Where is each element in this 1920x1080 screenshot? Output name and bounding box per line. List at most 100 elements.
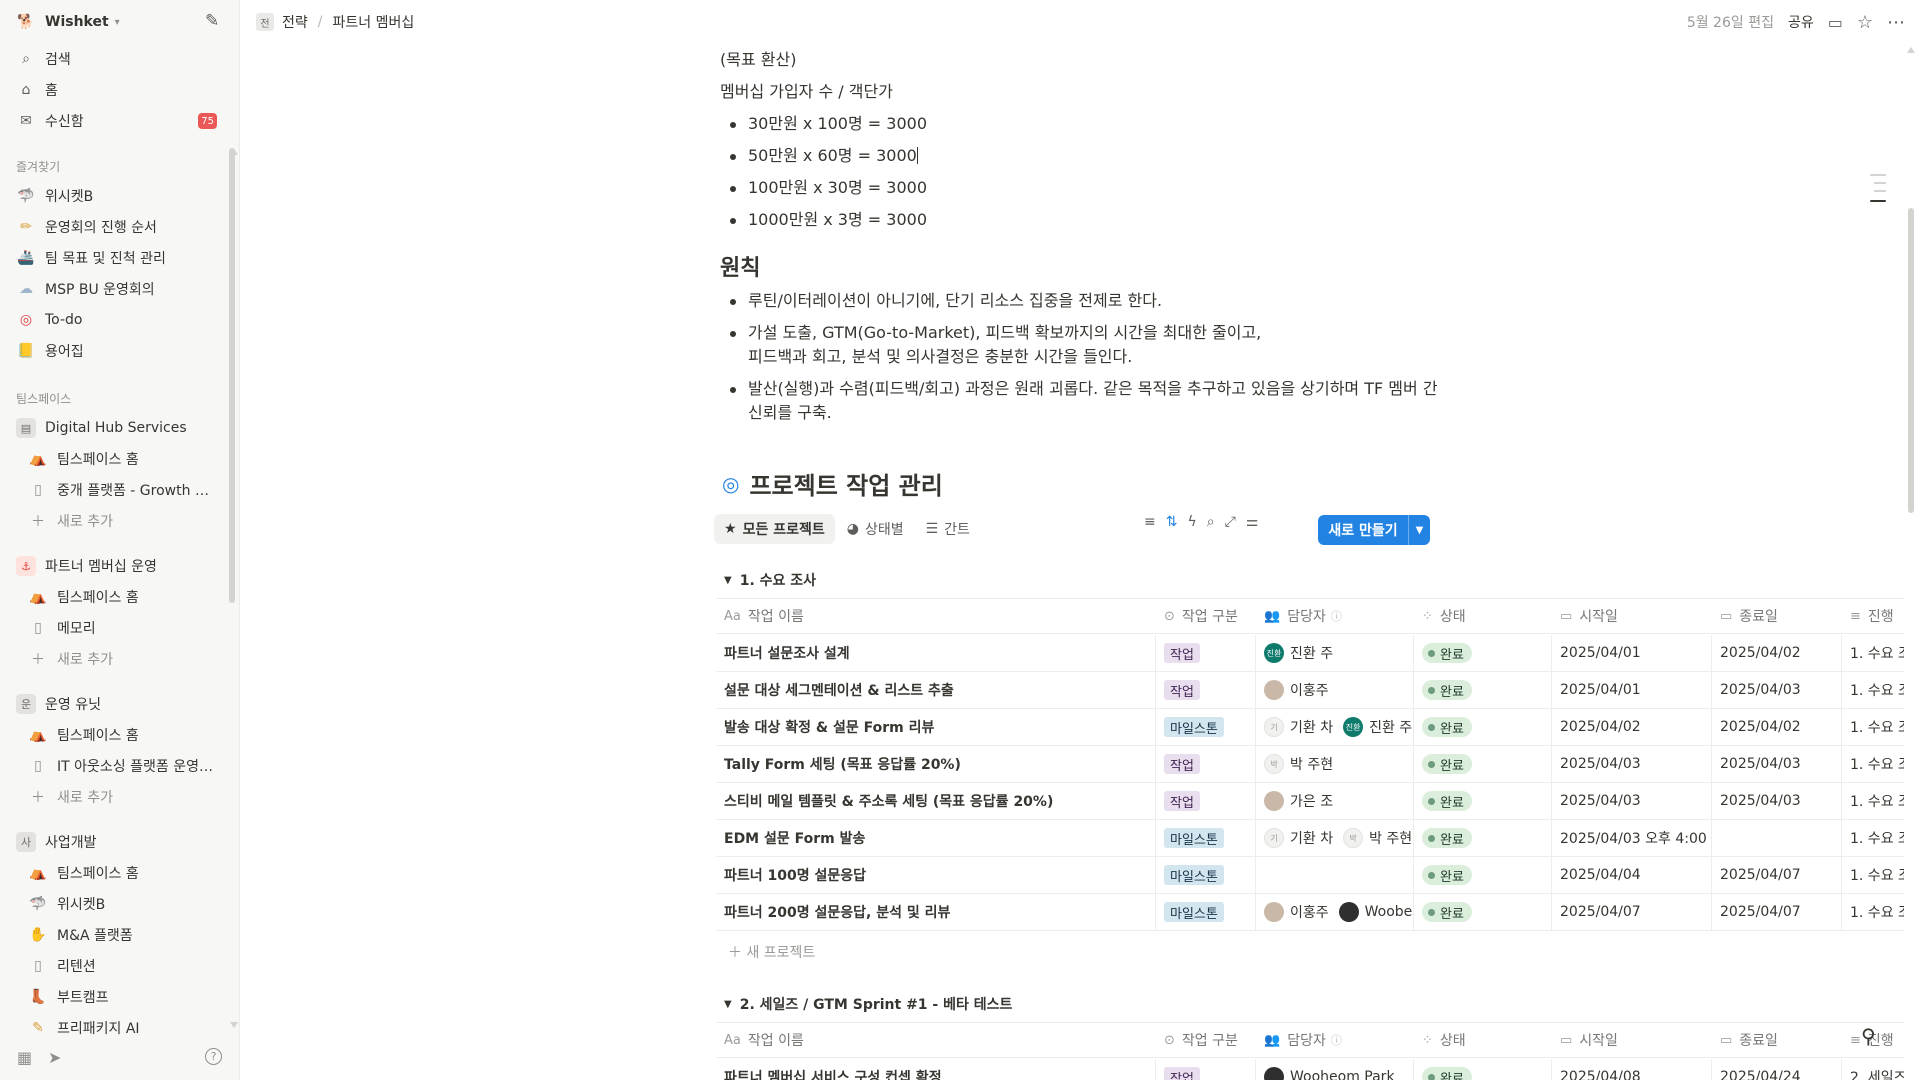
column-header[interactable]: ▭ 종료일 bbox=[1712, 599, 1842, 633]
send-icon[interactable]: ➤ bbox=[48, 1048, 61, 1067]
cell-name[interactable]: 파트너 멤버십 서비스 구성 컨셉 확정 bbox=[716, 1059, 1156, 1080]
settings-icon[interactable]: ⚌ bbox=[1246, 514, 1259, 530]
sidebar-favorite-item[interactable]: ☁ MSP BU 운영회의 bbox=[8, 274, 225, 304]
cell-type[interactable]: 마일스톤 bbox=[1156, 857, 1256, 893]
table-row[interactable]: 파트너 설문조사 설계 작업 진환 진환 주 완료 2025/04/01 2025/04/0… bbox=[716, 635, 1904, 672]
add-page-button[interactable]: ＋ 새로 추가 bbox=[20, 506, 225, 536]
sort-icon[interactable]: ⇅ bbox=[1166, 514, 1178, 530]
sidebar-page-item[interactable]: 🦈 위시켓B bbox=[20, 889, 225, 919]
table-row[interactable]: 발송 대상 확정 & 설문 Form 리뷰 마일스톤 기 기환 차 진환 진환 주 완료 20… bbox=[716, 709, 1904, 746]
heading-principles[interactable]: 원칙 bbox=[720, 252, 760, 285]
cell-start[interactable]: 2025/04/03 오후 4:00 bbox=[1552, 820, 1712, 856]
sidebar-page-item[interactable]: ⛺ 팀스페이스 홈 bbox=[20, 582, 225, 612]
cell-status[interactable]: 완료 bbox=[1414, 857, 1552, 893]
breadcrumb-item-partner-membership[interactable]: 파트너 멤버십 bbox=[332, 12, 414, 32]
ai-assistant-icon[interactable]: ⚲ bbox=[1861, 1024, 1876, 1048]
sidebar-page-item[interactable]: ✎ 프리패키지 AI bbox=[20, 1013, 225, 1043]
share-button[interactable]: 공유 bbox=[1788, 12, 1814, 32]
cell-start[interactable]: 2025/04/01 bbox=[1552, 672, 1712, 708]
sidebar-favorite-item[interactable]: ◎ To-do bbox=[8, 305, 225, 335]
sidebar-page-item[interactable]: ⛺ 팀스페이스 홈 bbox=[20, 720, 225, 750]
cell-type[interactable]: 마일스톤 bbox=[1156, 820, 1256, 856]
page-scrollbar[interactable] bbox=[1908, 208, 1914, 513]
cell-phase[interactable]: 1. 수요 조 bbox=[1842, 783, 1904, 819]
help-icon[interactable]: ? bbox=[205, 1048, 222, 1065]
cell-phase[interactable]: 1. 수요 조 bbox=[1842, 746, 1904, 782]
cell-status[interactable]: 완료 bbox=[1414, 1059, 1552, 1080]
cell-name[interactable]: 파트너 100명 설문응답 bbox=[716, 857, 1156, 893]
sidebar-item-inbox[interactable]: ✉ 수신함 75 bbox=[8, 106, 225, 136]
cell-assignee[interactable]: 진환 진환 주 bbox=[1256, 635, 1414, 671]
tab-by-status[interactable]: ◕ 상태별 bbox=[837, 514, 914, 544]
cell-end[interactable]: 2025/04/02 bbox=[1712, 709, 1842, 745]
bullet-item[interactable]: 1000만원 x 3명 = 3000 bbox=[720, 208, 927, 232]
cell-end[interactable]: 2025/04/24 bbox=[1712, 1059, 1842, 1080]
bullet-continuation[interactable]: 신뢰를 구축. bbox=[748, 401, 832, 425]
bullet-item[interactable]: 50만원 x 60명 = 3000 bbox=[720, 144, 918, 168]
column-header[interactable]: ≡ 진행 bbox=[1842, 599, 1904, 633]
cell-phase[interactable]: 1. 수요 조 bbox=[1842, 672, 1904, 708]
cell-assignee[interactable]: 박 박 주현 bbox=[1256, 746, 1414, 782]
cell-type[interactable]: 마일스톤 bbox=[1156, 709, 1256, 745]
sidebar-page-item[interactable]: 👢 부트캠프 bbox=[20, 982, 225, 1012]
table-row[interactable]: Tally Form 세팅 (목표 응답률 20%) 작업 박 박 주현 완료 2025/… bbox=[716, 746, 1904, 783]
text-block[interactable]: 멤버십 가입자 수 / 객단가 bbox=[720, 80, 893, 104]
filter-icon[interactable]: ≡ bbox=[1144, 514, 1156, 530]
cell-status[interactable]: 완료 bbox=[1414, 746, 1552, 782]
bullet-continuation[interactable]: 피드백과 회고, 분석 및 의사결정은 충분한 시간을 들인다. bbox=[748, 345, 1132, 369]
cell-assignee[interactable] bbox=[1256, 857, 1414, 893]
cell-status[interactable]: 완료 bbox=[1414, 635, 1552, 671]
new-row-button[interactable]: ＋ 새 프로젝트 bbox=[728, 942, 815, 962]
sidebar-page-item[interactable]: ⛺ 팀스페이스 홈 bbox=[20, 444, 225, 474]
cell-name[interactable]: 설문 대상 세그멘테이션 & 리스트 추출 bbox=[716, 672, 1156, 708]
bullet-item[interactable]: 발산(실행)과 수렴(피드백/회고) 과정은 원래 괴롭다. 같은 목적을 추구… bbox=[720, 377, 1438, 401]
cell-phase[interactable]: 1. 수요 조 bbox=[1842, 857, 1904, 893]
search-icon[interactable]: ⌕ bbox=[1207, 514, 1215, 530]
cell-start[interactable]: 2025/04/03 bbox=[1552, 746, 1712, 782]
sidebar-favorite-item[interactable]: 📒 용어집 bbox=[8, 336, 225, 366]
sidebar-page-item[interactable]: ▯ 리텐션 bbox=[20, 951, 225, 981]
cell-status[interactable]: 완료 bbox=[1414, 709, 1552, 745]
teamspace-header[interactable]: 운 운영 유닛 bbox=[8, 689, 225, 719]
cell-assignee[interactable]: 이홍주 bbox=[1256, 672, 1414, 708]
sidebar-page-item[interactable]: ✋ M&A 플랫폼 bbox=[20, 920, 225, 950]
column-header[interactable]: 👥 담당자 ⓘ bbox=[1256, 1023, 1414, 1057]
cell-start[interactable]: 2025/04/01 bbox=[1552, 635, 1712, 671]
sidebar-item-search[interactable]: ⌕ 검색 bbox=[8, 44, 225, 74]
sidebar-page-item[interactable]: ⛺ 팀스페이스 홈 bbox=[20, 858, 225, 888]
cell-assignee[interactable]: 이홍주 Woobeo bbox=[1256, 894, 1414, 930]
new-page-icon[interactable]: ✎ bbox=[205, 11, 219, 31]
chevron-down-icon[interactable]: ▼ bbox=[1408, 515, 1430, 545]
cell-end[interactable]: 2025/04/03 bbox=[1712, 783, 1842, 819]
sidebar-page-item[interactable]: ▯ 메모리 bbox=[20, 613, 225, 643]
cell-type[interactable]: 작업 bbox=[1156, 635, 1256, 671]
cell-end[interactable]: 2025/04/07 bbox=[1712, 894, 1842, 930]
cell-assignee[interactable]: Wooheom Park bbox=[1256, 1059, 1414, 1080]
cell-phase[interactable]: 1. 수요 조 bbox=[1842, 820, 1904, 856]
cell-name[interactable]: 발송 대상 확정 & 설문 Form 리뷰 bbox=[716, 709, 1156, 745]
cell-end[interactable]: 2025/04/03 bbox=[1712, 672, 1842, 708]
star-icon[interactable]: ☆ bbox=[1857, 12, 1873, 33]
add-page-button[interactable]: ＋ 새로 추가 bbox=[20, 782, 225, 812]
group-header-2[interactable]: ▼ 2. 세일즈 / GTM Sprint #1 - 베타 테스트 bbox=[724, 994, 1012, 1014]
expand-icon[interactable]: ⤢ bbox=[1225, 514, 1236, 530]
comment-icon[interactable]: ▭ bbox=[1828, 13, 1843, 32]
column-header[interactable]: ▭ 종료일 bbox=[1712, 1023, 1842, 1057]
database-title[interactable]: 프로젝트 작업 관리 bbox=[749, 466, 942, 501]
cell-end[interactable] bbox=[1712, 820, 1842, 856]
cell-status[interactable]: 완료 bbox=[1414, 820, 1552, 856]
sidebar-page-item[interactable]: ▯ 중개 플랫폼 - Growth D... bbox=[20, 475, 225, 505]
scroll-down-icon[interactable] bbox=[230, 1022, 238, 1028]
cell-phase[interactable]: 1. 수요 조 bbox=[1842, 635, 1904, 671]
add-page-button[interactable]: ＋ 새로 추가 bbox=[20, 644, 225, 674]
tab-gantt[interactable]: ☰ 간트 bbox=[916, 514, 980, 544]
cell-start[interactable]: 2025/04/03 bbox=[1552, 783, 1712, 819]
cell-phase[interactable]: 2. 세일즈 bbox=[1842, 1059, 1904, 1080]
cell-name[interactable]: Tally Form 세팅 (목표 응답률 20%) bbox=[716, 746, 1156, 782]
column-header[interactable]: ⊙ 작업 구분 bbox=[1156, 599, 1256, 633]
bullet-item[interactable]: 100만원 x 30명 = 3000 bbox=[720, 176, 927, 200]
cell-name[interactable]: EDM 설문 Form 발송 bbox=[716, 820, 1156, 856]
column-header[interactable]: ⊙ 작업 구분 bbox=[1156, 1023, 1256, 1057]
table-row[interactable]: 스티비 메일 템플릿 & 주소록 세팅 (목표 응답률 20%) 작업 가은 조 완료… bbox=[716, 783, 1904, 820]
column-header[interactable]: ⁘ 상태 bbox=[1414, 599, 1552, 633]
